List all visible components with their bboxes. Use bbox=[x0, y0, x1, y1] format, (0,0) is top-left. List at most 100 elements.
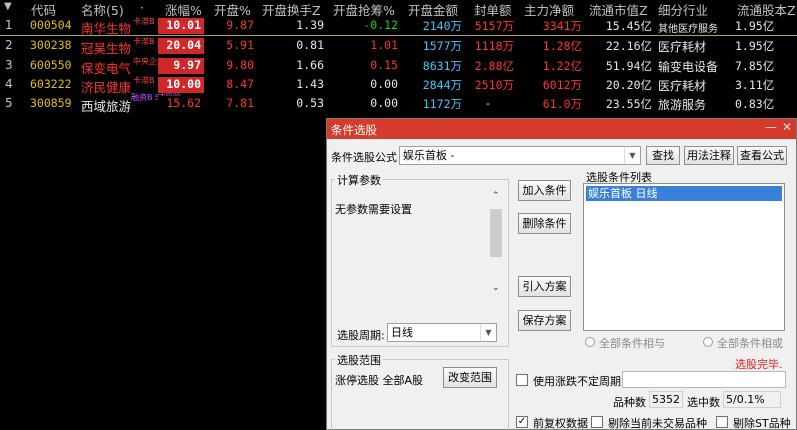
open-turnover: 0.53 bbox=[296, 96, 324, 110]
condition-picker-dialog: 条件选股 — ✕ 条件选股公式 娱乐首板 - ▼ 查找 用法注释 查看公式 计算… bbox=[326, 118, 797, 430]
stock-name: 保变电气 中央企业 bbox=[81, 57, 165, 76]
open-turnover: 1.39 bbox=[296, 18, 324, 32]
remove-untraded-checkbox[interactable] bbox=[591, 416, 603, 428]
period-select[interactable]: 日线 ▼ bbox=[387, 323, 497, 342]
open-pct: 9.80 bbox=[226, 58, 254, 72]
irregular-period-checkbox[interactable] bbox=[516, 374, 528, 386]
industry: 医疗耗材 bbox=[658, 79, 707, 93]
table-header: ▼ 代码 名称(5) · 涨幅% 开盘% 开盘换手Z 开盘抢筹% 开盘金额 封单… bbox=[0, 0, 797, 18]
radio-and[interactable] bbox=[585, 337, 595, 347]
row-index: 4 bbox=[5, 77, 13, 91]
seal-amount: 5157万 bbox=[474, 19, 514, 33]
industry: 其他医疗服务 bbox=[658, 24, 718, 35]
formula-value: 娱乐首板 - bbox=[403, 149, 455, 162]
formula-label: 条件选股公式 bbox=[331, 151, 397, 164]
stock-code: 600550 bbox=[30, 58, 72, 72]
main-net: 6012万 bbox=[542, 78, 582, 92]
hit-value: 5/0.1% bbox=[723, 391, 781, 408]
open-pct: 9.87 bbox=[226, 18, 254, 32]
status-text: 选股完毕. bbox=[735, 358, 783, 371]
table-row[interactable]: 3 600550 保变电气 中央企业 9.97 9.80 1.66 0.15 86… bbox=[0, 57, 797, 76]
open-grab: -0.12 bbox=[363, 18, 398, 32]
count-label: 品种数 bbox=[613, 396, 646, 409]
stock-code: 300859 bbox=[30, 96, 72, 110]
open-turnover: 1.43 bbox=[296, 77, 324, 91]
radio-or[interactable] bbox=[703, 337, 713, 347]
remove-st-checkbox[interactable] bbox=[716, 416, 728, 428]
open-amount: 8631万 bbox=[422, 59, 462, 73]
save-plan-button[interactable]: 保存方案 bbox=[518, 310, 571, 331]
stock-name: 济民健康 卡滞B bbox=[81, 76, 155, 95]
float-shares: 1.95亿 bbox=[735, 19, 775, 33]
open-amount: 1172万 bbox=[422, 97, 462, 111]
change-range-button[interactable]: 改变范围 bbox=[443, 367, 497, 388]
stock-name: 冠昊生物 卡滞B bbox=[81, 37, 155, 56]
irregular-period-label: 使用涨跌不定周期 bbox=[533, 375, 621, 388]
remove-st-label: 剔除ST品种 bbox=[733, 417, 791, 430]
formula-select[interactable]: 娱乐首板 - ▼ bbox=[399, 146, 641, 165]
add-condition-button[interactable]: 加入条件 bbox=[518, 180, 571, 201]
seal-amount: - bbox=[484, 96, 492, 110]
seal-amount: 2.88亿 bbox=[474, 59, 514, 73]
stock-name: 西域旅游 融资B ST风险 bbox=[81, 93, 181, 114]
params-group-title: 计算参数 bbox=[335, 172, 383, 188]
float-cap: 22.16亿 bbox=[605, 39, 652, 53]
open-pct: 7.81 bbox=[226, 96, 254, 110]
sort-down-icon[interactable]: ▼ bbox=[4, 1, 12, 12]
close-icon[interactable]: ✕ bbox=[782, 120, 792, 134]
open-amount: 1577万 bbox=[422, 39, 462, 53]
table-row[interactable]: 5 300859 西域旅游 融资B ST风险 15.62 7.81 0.53 0.… bbox=[0, 93, 797, 114]
irregular-period-input[interactable] bbox=[622, 371, 786, 388]
adjusted-data-checkbox[interactable]: ✓ bbox=[516, 416, 528, 428]
main-net: 3341万 bbox=[542, 19, 582, 33]
find-button[interactable]: 查找 bbox=[646, 146, 680, 165]
chevron-down-icon[interactable]: ▼ bbox=[480, 324, 496, 341]
col-dot: · bbox=[140, 0, 144, 15]
scroll-up-icon[interactable]: ⌃ bbox=[492, 191, 500, 201]
view-formula-button[interactable]: 查看公式 bbox=[737, 146, 787, 165]
open-grab: 0.00 bbox=[370, 77, 398, 91]
scroll-thumb[interactable] bbox=[490, 209, 502, 257]
float-cap: 23.55亿 bbox=[605, 97, 652, 111]
range-text: 涨停选股 全部A股 bbox=[335, 374, 424, 387]
scroll-down-icon[interactable]: ⌄ bbox=[492, 283, 500, 293]
open-turnover: 0.81 bbox=[296, 38, 324, 52]
open-amount: 2140万 bbox=[422, 19, 462, 33]
adjusted-data-label: 前复权数据 bbox=[533, 417, 588, 430]
params-scrollbar[interactable]: ⌃ ⌄ bbox=[489, 187, 503, 297]
condition-list[interactable]: 娱乐首板 日线 bbox=[583, 183, 785, 331]
open-grab: 0.00 bbox=[370, 96, 398, 110]
open-turnover: 1.66 bbox=[296, 58, 324, 72]
table-row[interactable]: 4 603222 济民健康 卡滞B 10.00 8.47 1.43 0.00 28… bbox=[0, 76, 797, 95]
delete-condition-button[interactable]: 删除条件 bbox=[518, 213, 571, 234]
float-cap: 15.45亿 bbox=[605, 19, 652, 33]
import-plan-button[interactable]: 引入方案 bbox=[518, 276, 571, 297]
float-cap: 51.94亿 bbox=[605, 59, 652, 73]
open-grab: 1.01 bbox=[370, 38, 398, 52]
change-pct: 15.62 bbox=[158, 96, 204, 112]
stock-tag: 卡滞B bbox=[133, 76, 155, 85]
stock-tag: 卡滞B bbox=[133, 17, 155, 26]
usage-notes-button[interactable]: 用法注释 bbox=[684, 146, 734, 165]
dialog-titlebar[interactable]: 条件选股 — ✕ bbox=[327, 119, 796, 139]
float-shares: 1.95亿 bbox=[735, 39, 775, 53]
hit-label: 选中数 bbox=[687, 396, 720, 409]
chevron-down-icon[interactable]: ▼ bbox=[624, 147, 640, 164]
period-value: 日线 bbox=[391, 326, 413, 339]
list-item[interactable]: 娱乐首板 日线 bbox=[586, 186, 782, 201]
stock-tag: 卡滞B bbox=[133, 37, 155, 46]
open-pct: 5.91 bbox=[226, 38, 254, 52]
open-grab: 0.15 bbox=[370, 58, 398, 72]
change-pct: 9.97 bbox=[158, 58, 204, 74]
industry: 医疗耗材 bbox=[658, 40, 707, 54]
main-net: 1.22亿 bbox=[542, 59, 582, 73]
table-row[interactable]: 1 000504 南华生物 卡滞B 10.01 9.87 1.39 -0.12 2… bbox=[0, 17, 797, 36]
change-pct: 20.04 bbox=[158, 38, 204, 54]
open-pct: 8.47 bbox=[226, 77, 254, 91]
radio-and-label: 全部条件相与 bbox=[599, 337, 665, 350]
row-index: 3 bbox=[5, 58, 13, 72]
minimize-icon[interactable]: — bbox=[765, 120, 777, 134]
open-amount: 2844万 bbox=[422, 78, 462, 92]
table-row[interactable]: 2 300238 冠昊生物 卡滞B 20.04 5.91 0.81 1.01 15… bbox=[0, 37, 797, 56]
remove-untraded-label: 剔除当前未交易品种 bbox=[608, 417, 707, 430]
